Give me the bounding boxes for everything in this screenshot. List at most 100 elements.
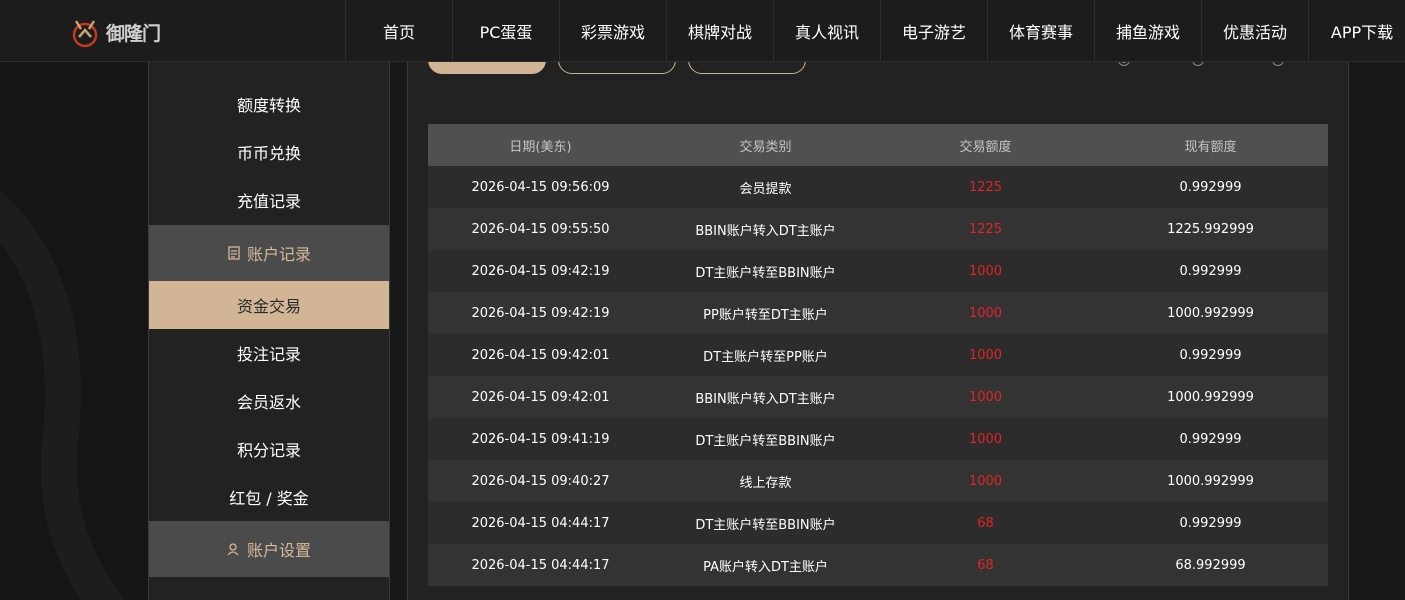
radio-range-2[interactable] <box>1192 62 1204 66</box>
table-row: 2026-04-15 09:40:27 线上存款 1000 1000.992999 <box>428 460 1328 502</box>
cell-amount: 68 <box>878 502 1093 544</box>
cell-date: 2026-04-15 09:42:19 <box>428 292 653 334</box>
nav-item-1[interactable]: PC蛋蛋 <box>452 0 559 62</box>
sidebar-item-bet-records[interactable]: 投注记录 <box>149 329 389 377</box>
sidebar-item-label: 额度转换 <box>236 96 301 115</box>
cell-type: PP账户转至DT主账户 <box>653 292 878 334</box>
cell-amount: 1000 <box>878 376 1093 418</box>
table-row: 2026-04-15 09:55:50 BBIN账户转入DT主账户 1225 1225… <box>428 208 1328 250</box>
cell-type: 会员提款 <box>653 166 878 208</box>
tab-filter-3[interactable] <box>688 62 806 74</box>
nav-item-3[interactable]: 棋牌对战 <box>666 0 773 62</box>
sidebar-item-label: 红包 / 奖金 <box>229 489 309 508</box>
sidebar-item-fund-transactions[interactable]: 资金交易 <box>149 281 389 329</box>
cell-amount: 1000 <box>878 292 1093 334</box>
nav-item-9[interactable]: APP下载 <box>1308 0 1405 62</box>
radio-range-3[interactable] <box>1272 62 1284 66</box>
nav-item-8[interactable]: 优惠活动 <box>1201 0 1308 62</box>
nav-item-4[interactable]: 真人视讯 <box>773 0 880 62</box>
cell-balance: 0.992999 <box>1093 166 1328 208</box>
table-row: 2026-04-15 09:42:01 DT主账户转至PP账户 1000 0.9929… <box>428 334 1328 376</box>
table-row: 2026-04-15 04:44:17 DT主账户转至BBIN账户 68 0.9929… <box>428 502 1328 544</box>
site-logo[interactable]: 御隆门 <box>68 12 168 52</box>
table-row: 2026-04-15 04:44:17 PA账户转入DT主账户 68 68.99299… <box>428 544 1328 586</box>
tab-all-records[interactable] <box>428 62 546 74</box>
table-header-row: 日期(美东) 交易类别 交易额度 现有额度 <box>428 124 1328 166</box>
date-range-radio-group <box>1118 62 1290 66</box>
column-header-amount: 交易额度 <box>878 124 1093 166</box>
nav-item-0[interactable]: 首页 <box>345 0 452 62</box>
sidebar-section-account-records[interactable]: 账户记录 <box>149 225 389 281</box>
cell-date: 2026-04-15 09:42:01 <box>428 334 653 376</box>
table-row: 2026-04-15 09:42:01 BBIN账户转入DT主账户 1000 1000… <box>428 376 1328 418</box>
cell-type: DT主账户转至BBIN账户 <box>653 502 878 544</box>
cell-balance: 0.992999 <box>1093 418 1328 460</box>
cell-balance: 1225.992999 <box>1093 208 1328 250</box>
cell-balance: 68.992999 <box>1093 544 1328 586</box>
table-row: 2026-04-15 09:41:19 DT主账户转至BBIN账户 1000 0.99… <box>428 418 1328 460</box>
nav-item-6[interactable]: 体育赛事 <box>987 0 1094 62</box>
top-navigation-bar: 御隆门 首页 PC蛋蛋 彩票游戏 棋牌对战 真人视讯 电子游艺 体育赛事 捕鱼游戏 优惠活动 AP… <box>0 0 1405 62</box>
column-header-type: 交易类别 <box>653 124 878 166</box>
cell-date: 2026-04-15 04:44:17 <box>428 502 653 544</box>
cell-date: 2026-04-15 09:42:19 <box>428 250 653 292</box>
sidebar-item-label: 充值记录 <box>236 192 301 211</box>
cell-balance: 1000.992999 <box>1093 460 1328 502</box>
cell-amount: 1000 <box>878 334 1093 376</box>
sidebar-item-points-records[interactable]: 积分记录 <box>149 425 389 473</box>
column-header-balance: 现有额度 <box>1093 124 1328 166</box>
cell-type: BBIN账户转入DT主账户 <box>653 376 878 418</box>
table-row: 2026-04-15 09:56:09 会员提款 1225 0.992999 <box>428 166 1328 208</box>
cell-date: 2026-04-15 04:44:17 <box>428 544 653 586</box>
sidebar-item-label: 积分记录 <box>236 441 301 460</box>
main-content-panel: 日期(美东) 交易类别 交易额度 现有额度 2026-04-15 09:56:0… <box>407 62 1349 600</box>
tab-filter-2[interactable] <box>558 62 676 74</box>
nav-item-2[interactable]: 彩票游戏 <box>559 0 666 62</box>
sidebar-item-member-rebate[interactable]: 会员返水 <box>149 377 389 425</box>
cell-amount: 1225 <box>878 166 1093 208</box>
sidebar-item-credit-transfer[interactable]: 额度转换 <box>149 80 389 128</box>
cell-balance: 0.992999 <box>1093 502 1328 544</box>
sidebar-section-account-settings[interactable]: 账户设置 <box>149 521 389 577</box>
sidebar-item-red-packet-bonus[interactable]: 红包 / 奖金 <box>149 473 389 521</box>
cell-type: PA账户转入DT主账户 <box>653 544 878 586</box>
cell-type: 线上存款 <box>653 460 878 502</box>
nav-item-5[interactable]: 电子游艺 <box>880 0 987 62</box>
column-header-date: 日期(美东) <box>428 124 653 166</box>
main-nav: 首页 PC蛋蛋 彩票游戏 棋牌对战 真人视讯 电子游艺 体育赛事 捕鱼游戏 优惠活动 APP下载 <box>345 0 1405 62</box>
cell-balance: 0.992999 <box>1093 250 1328 292</box>
cell-amount: 68 <box>878 544 1093 586</box>
sidebar-item-deposit-records[interactable]: 充值记录 <box>149 176 389 224</box>
cell-type: BBIN账户转入DT主账户 <box>653 208 878 250</box>
sidebar-item-profile-partial[interactable] <box>149 582 389 600</box>
cell-type: DT主账户转至PP账户 <box>653 334 878 376</box>
cell-date: 2026-04-15 09:42:01 <box>428 376 653 418</box>
nav-item-7[interactable]: 捕鱼游戏 <box>1094 0 1201 62</box>
table-row: 2026-04-15 09:42:19 DT主账户转至BBIN账户 1000 0.99… <box>428 250 1328 292</box>
cell-date: 2026-04-15 09:55:50 <box>428 208 653 250</box>
sidebar-item-label: 资金交易 <box>236 297 301 316</box>
radio-range-1[interactable] <box>1118 62 1130 66</box>
dragon-logo-icon <box>72 20 98 48</box>
document-icon <box>228 246 240 260</box>
sidebar-item-coin-exchange[interactable]: 币币兑换 <box>149 128 389 176</box>
cell-amount: 1000 <box>878 418 1093 460</box>
account-sidebar: 额度转换 币币兑换 充值记录 账户记录 资金交易 投注记录 会员返水 积分记录 … <box>148 62 390 600</box>
cell-balance: 1000.992999 <box>1093 292 1328 334</box>
section-label: 账户设置 <box>246 541 311 560</box>
cell-date: 2026-04-15 09:56:09 <box>428 166 653 208</box>
sidebar-item-label: 投注记录 <box>236 345 301 364</box>
cell-date: 2026-04-15 09:40:27 <box>428 460 653 502</box>
cell-amount: 1225 <box>878 208 1093 250</box>
cell-amount: 1000 <box>878 250 1093 292</box>
table-row: 2026-04-15 09:42:19 PP账户转至DT主账户 1000 1000.9… <box>428 292 1328 334</box>
sidebar-item-label: 币币兑换 <box>236 144 301 163</box>
cell-balance: 1000.992999 <box>1093 376 1328 418</box>
cell-type: DT主账户转至BBIN账户 <box>653 250 878 292</box>
cell-date: 2026-04-15 09:41:19 <box>428 418 653 460</box>
cell-amount: 1000 <box>878 460 1093 502</box>
sidebar-item-label: 会员返水 <box>236 393 301 412</box>
user-settings-icon <box>227 543 239 556</box>
background-decoration <box>0 62 148 600</box>
cell-type: DT主账户转至BBIN账户 <box>653 418 878 460</box>
